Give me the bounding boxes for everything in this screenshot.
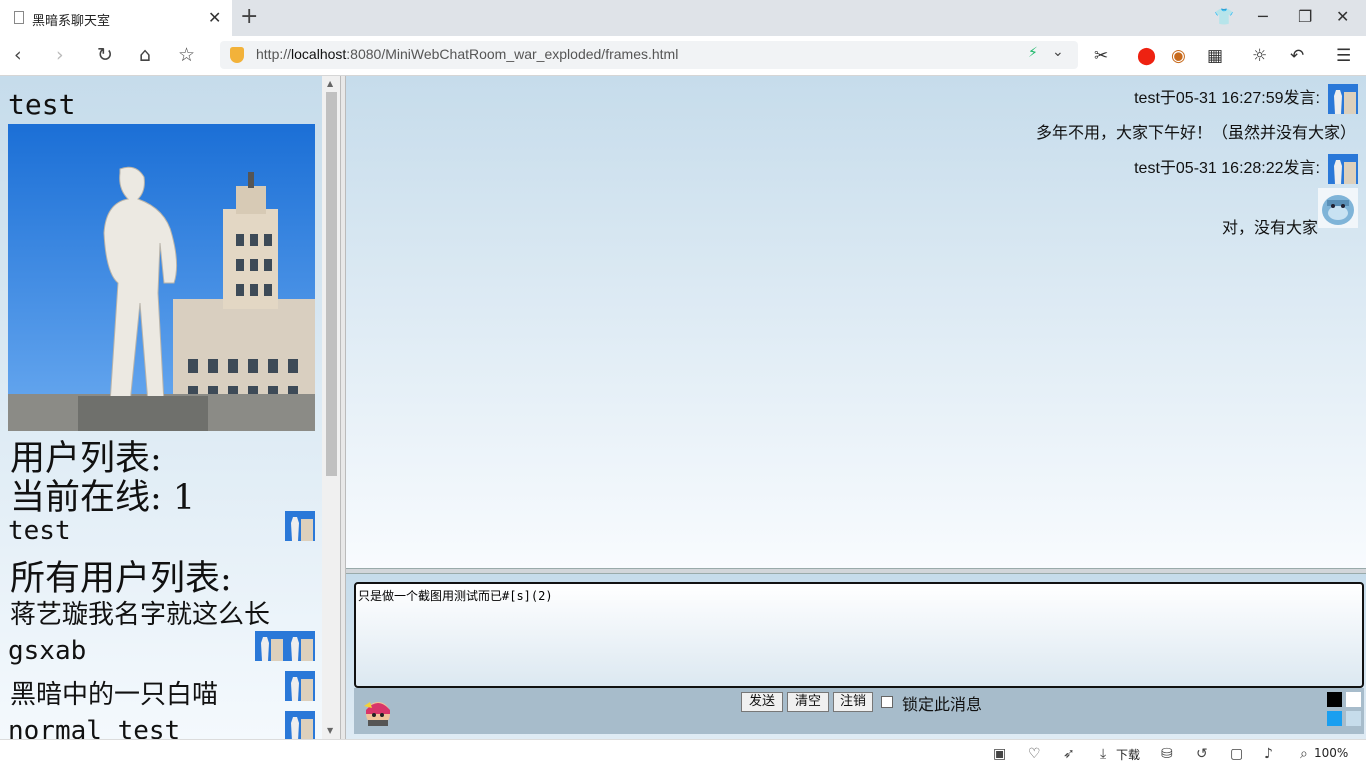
url-text[interactable]: http://localhost:8080/MiniWebChatRoom_wa…: [256, 46, 678, 62]
clear-button[interactable]: 清空: [787, 692, 829, 712]
all-user-item[interactable]: normal test: [8, 716, 180, 739]
refresh-icon[interactable]: ↺: [1196, 746, 1208, 762]
all-user-item[interactable]: 黑暗中的一只白喵: [10, 674, 218, 711]
emoji-picker-icon[interactable]: [360, 694, 394, 728]
scroll-down-icon[interactable]: ▼: [327, 726, 333, 735]
color-swatch-white[interactable]: [1346, 692, 1361, 707]
image-icon[interactable]: ▣: [993, 746, 1006, 762]
logout-button[interactable]: 注销: [833, 692, 873, 712]
online-count: 当前在线: 1: [10, 478, 196, 518]
minimize-button[interactable]: ─: [1258, 7, 1268, 26]
new-tab-button[interactable]: +: [240, 4, 258, 29]
scissors-icon[interactable]: ✂: [1094, 46, 1108, 66]
lock-message-label: 锁定此消息: [902, 695, 983, 714]
reload-icon[interactable]: ↻: [97, 45, 113, 65]
volume-icon[interactable]: ♪: [1264, 746, 1273, 762]
navigation-bar: ‹ › ↻ ⌂ ☆ http://localhost:8080/MiniWebC…: [0, 36, 1366, 76]
message-header: test于05-31 16:28:22发言:: [1134, 160, 1320, 177]
monkey-icon[interactable]: ◉: [1171, 46, 1186, 66]
page-icon: [14, 11, 24, 24]
user-sidebar: test 用户列表: 当前在线: 1 test 所有用户列表: 蒋艺璇我名字就这…: [0, 76, 322, 739]
user-avatar: [285, 631, 315, 661]
composer-panel: 只是做一个截图用测试而已#[s](2) 发送 清空 注销 锁定此消息: [346, 574, 1366, 739]
message-body: 对，没有大家: [1221, 218, 1318, 237]
status-bar: ▣ ♡ ➶ ⤓ 下载 ⛁ ↺ ▢ ♪ ⌕ 100%: [0, 739, 1366, 769]
user-avatar: [255, 631, 285, 661]
user-avatar-large: [8, 124, 315, 431]
user-avatar: [285, 511, 315, 541]
apps-grid-icon[interactable]: ▦: [1207, 46, 1223, 66]
all-user-item[interactable]: 蒋艺璇我名字就这么长: [10, 594, 270, 631]
close-tab-icon[interactable]: ✕: [208, 8, 221, 27]
current-username: test: [8, 88, 76, 121]
chevron-down-icon[interactable]: ⌄: [1052, 44, 1064, 60]
back-icon[interactable]: ‹: [14, 45, 22, 65]
scrollbar-thumb[interactable]: [326, 92, 337, 476]
composer-toolbar: 发送 清空 注销 锁定此消息: [354, 688, 1364, 734]
heart-icon[interactable]: ♡: [1028, 746, 1041, 762]
zoom-icon[interactable]: ⌕: [1300, 746, 1308, 762]
color-swatch-black[interactable]: [1327, 692, 1342, 707]
scroll-up-icon[interactable]: ▲: [327, 79, 333, 88]
browser-tab[interactable]: 黑暗系聊天室 ✕: [0, 0, 232, 36]
color-swatch-blue[interactable]: [1327, 711, 1342, 726]
user-avatar: [285, 711, 315, 739]
rocket-icon[interactable]: ➶: [1063, 746, 1075, 762]
security-warning-icon[interactable]: [230, 47, 244, 63]
address-bar[interactable]: http://localhost:8080/MiniWebChatRoom_wa…: [220, 41, 1078, 69]
forward-icon[interactable]: ›: [56, 45, 64, 65]
send-button[interactable]: 发送: [741, 692, 783, 712]
user-avatar: [1328, 84, 1358, 114]
color-swatch-lightblue[interactable]: [1346, 711, 1361, 726]
menu-icon[interactable]: ☰: [1336, 46, 1351, 66]
restore-button[interactable]: ❐: [1298, 7, 1312, 26]
download-icon[interactable]: ⤓: [1100, 746, 1106, 762]
lock-message-checkbox[interactable]: [881, 696, 893, 708]
undo-icon[interactable]: ↶: [1290, 46, 1304, 66]
home-icon[interactable]: ⌂: [139, 45, 151, 65]
close-window-button[interactable]: ✕: [1336, 7, 1349, 26]
lightning-icon[interactable]: ⚡: [1028, 45, 1038, 61]
database-icon[interactable]: ⛁: [1161, 746, 1173, 762]
chat-messages: test于05-31 16:27:59发言: 多年不用，大家下午好！（虽然并没有…: [346, 76, 1366, 568]
emoji-sticker: [1318, 188, 1358, 228]
sidebar-scrollbar[interactable]: ▲ ▼: [322, 76, 340, 739]
message-input[interactable]: 只是做一个截图用测试而已#[s](2): [354, 582, 1364, 688]
message-body: 多年不用，大家下午好！（虽然并没有大家）: [1035, 123, 1356, 142]
tab-bar: 黑暗系聊天室 ✕ + 👕 ─ ❐ ✕: [0, 0, 1366, 36]
download-label[interactable]: 下载: [1116, 746, 1140, 763]
adblock-icon[interactable]: ⬤: [1137, 46, 1156, 66]
brightness-icon[interactable]: ☼: [1252, 46, 1267, 66]
user-avatar: [285, 671, 315, 701]
skin-icon[interactable]: 👕: [1214, 7, 1234, 26]
message-header: test于05-31 16:27:59发言:: [1134, 90, 1320, 107]
tab-title: 黑暗系聊天室: [32, 14, 111, 29]
zoom-level[interactable]: 100%: [1314, 746, 1348, 760]
window-icon[interactable]: ▢: [1230, 746, 1243, 762]
user-avatar: [1328, 154, 1358, 184]
online-user-item[interactable]: test: [8, 516, 71, 546]
all-user-item[interactable]: gsxab: [8, 636, 86, 666]
bookmark-star-icon[interactable]: ☆: [178, 45, 195, 65]
